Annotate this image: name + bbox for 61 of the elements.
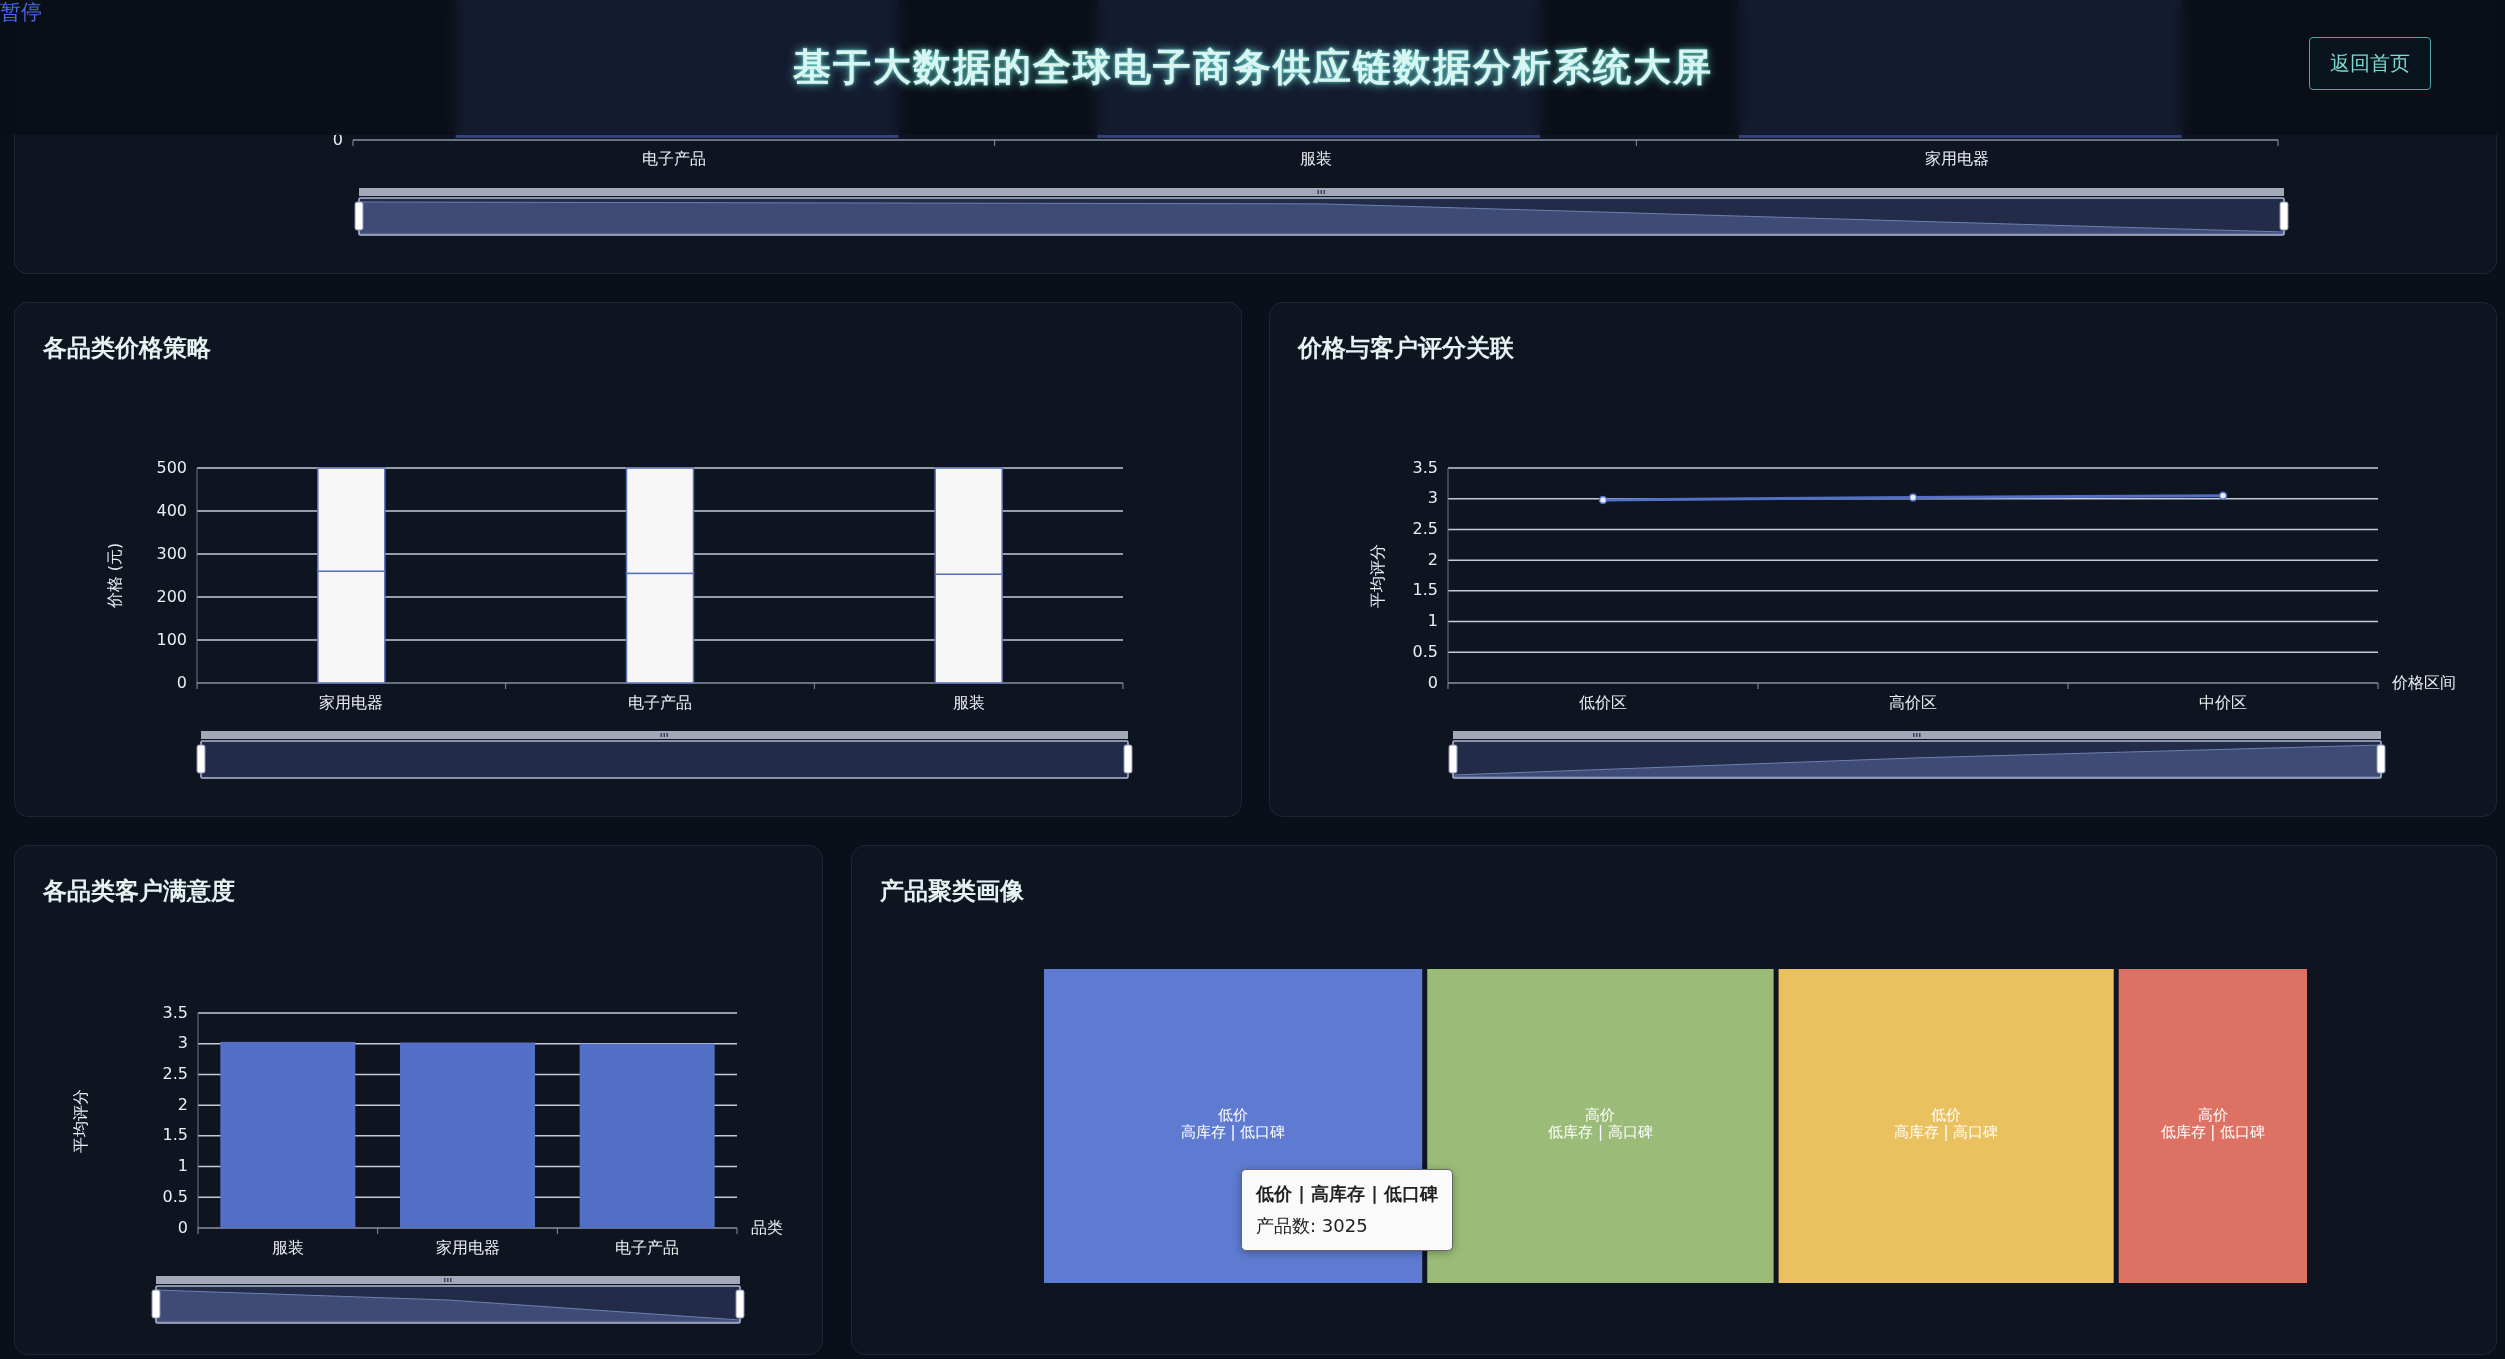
axis-label: 3 (177, 1033, 188, 1053)
treemap-cell[interactable] (2118, 969, 2307, 1283)
axis-label: 0.5 (1412, 641, 1438, 661)
axis-label: 3.5 (162, 1002, 188, 1022)
axis-label: 400 (156, 500, 187, 520)
axis-label: 电子产品 (615, 1237, 680, 1257)
axis-label: 家用电器 (319, 692, 384, 712)
axis-label: 0.5 (162, 1186, 188, 1206)
axis-label: 300 (156, 543, 187, 563)
axis-label: 2.5 (1412, 518, 1438, 538)
panel-title: 各品类客户满意度 (42, 876, 236, 907)
axis-label: 1 (1427, 611, 1438, 631)
panel-title: 价格与客户评分关联 (1296, 333, 1515, 364)
axis-label: 家用电器 (1925, 148, 1990, 168)
axis-title: 品类 (751, 1217, 783, 1237)
cell-label: 低价 高库存 | 高口碑 (1893, 1106, 1999, 1141)
axis-title: 平均评分 (70, 1088, 90, 1153)
data-point (1908, 493, 1918, 502)
axis-label: 1.5 (1412, 580, 1438, 600)
axis-title: 平均评分 (1367, 543, 1387, 608)
axis-label: 中价区 (2199, 692, 2247, 712)
treemap-cell[interactable] (1778, 969, 2114, 1283)
axis-label: 0 (177, 1217, 188, 1237)
axis-label: 200 (156, 586, 187, 606)
data-point (1598, 495, 1608, 505)
axis-title: 价格区间 (2392, 672, 2456, 692)
axis-label: 低价区 (1579, 692, 1627, 712)
axis-label: 服装 (271, 1237, 304, 1257)
axis-label: 500 (156, 457, 187, 477)
tooltip-text: 产品数: 3025 (1256, 1214, 1369, 1238)
pause-link[interactable]: 暂停 (0, 0, 42, 25)
axis-label: 3.5 (1412, 457, 1438, 477)
data-point (2218, 491, 2228, 500)
axis-label: 电子产品 (641, 148, 706, 168)
axis-label: 0 (1427, 672, 1438, 692)
axis-label: 电子产品 (628, 692, 692, 712)
axis-label: 1 (177, 1156, 188, 1176)
cell-label: 高价 低库存 | 高口碑 (1548, 1106, 1653, 1141)
home-button[interactable]: 返回首页 (2309, 37, 2431, 90)
tooltip-title: 低价 | 高库存 | 低口碑 (1256, 1182, 1439, 1206)
axis-label: 100 (156, 629, 187, 649)
axis-label: 服装 (1299, 148, 1332, 168)
axis-label: 1.5 (162, 1125, 188, 1145)
panel-title: 产品聚类画像 (879, 876, 1025, 907)
axis-title: 价格 (元) (104, 542, 124, 609)
panel-title: 各品类价格策略 (42, 333, 212, 364)
axis-label: 服装 (952, 692, 985, 712)
range-slider[interactable] (151, 1276, 745, 1324)
axis-label: 2 (177, 1094, 188, 1114)
cell-label: 低价 高库存 | 低口碑 (1180, 1106, 1286, 1141)
axis-label: 2 (1427, 549, 1438, 569)
axis-label: 0 (176, 672, 187, 692)
axis-label: 0 (332, 129, 343, 149)
range-slider[interactable] (196, 731, 1133, 779)
axis-label: 2.5 (162, 1063, 188, 1083)
axis-label: 3 (1427, 488, 1438, 508)
axis-label: 高价区 (1889, 692, 1937, 712)
range-slider[interactable] (1448, 731, 2386, 779)
page-title: 基于大数据的全球电子商务供应链数据分析系统大屏 (792, 44, 1713, 91)
cell-label: 高价 低库存 | 低口碑 (2160, 1106, 2266, 1141)
axis-label: 家用电器 (435, 1237, 500, 1257)
